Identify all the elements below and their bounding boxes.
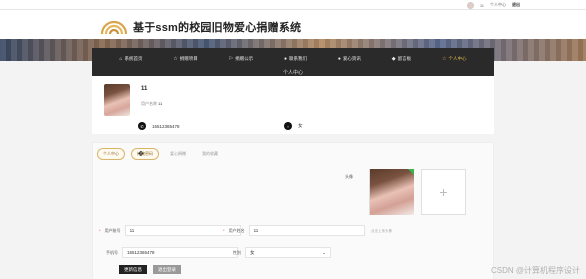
top-username: 11 [479, 2, 484, 8]
mouse-cursor-icon: ✥ [138, 151, 144, 158]
avatar-upload-button[interactable]: + [421, 169, 466, 215]
nav-item-1[interactable]: ☆ 捐赠项目 [173, 56, 197, 62]
gender-field: 性别 女 ⌄ [233, 247, 331, 258]
nav-item-label: 捐赠项目 [179, 56, 198, 61]
profile-username-label: 用户名称 [141, 101, 157, 106]
user-avatar-small[interactable] [466, 1, 474, 9]
csdn-watermark: CSDN @计算机程序设计 [490, 266, 580, 275]
profile-gender-row: ♀ 女 [284, 122, 303, 130]
profile-name: 11 [141, 86, 148, 92]
plus-icon: + [439, 184, 448, 200]
profile-phone: 15512365478 [152, 123, 180, 129]
nav-item-label: 系统首页 [124, 56, 143, 61]
nav-item-label: 爱心资讯 [342, 56, 361, 61]
update-info-button[interactable]: 更新信息 [119, 265, 147, 274]
profile-username-row: 用户名称 11 [141, 101, 162, 107]
profile-panel: 个人中心 修改密码 爱心捐赠 我的收藏 ✥ 头像 + 点击上传头像 * 用户账号… [92, 142, 494, 279]
bag-icon: ⚐ [228, 56, 234, 62]
nav-item-4[interactable]: ● 爱心资讯 [338, 56, 361, 62]
chevron-down-icon: ⌄ [322, 249, 326, 255]
nav-item-6[interactable]: ☆ 个人中心 [442, 56, 466, 62]
avatar-preview [369, 169, 414, 215]
site-header: 基于ssm的校园旧物爱心捐赠系统 [0, 10, 586, 39]
profile-username-value: 11 [158, 101, 163, 106]
gender-icon: ♀ [284, 122, 292, 130]
profile-avatar [104, 84, 130, 116]
home-icon: ⌂ [119, 56, 123, 62]
nav-item-5[interactable]: ◆ 留言板 [392, 56, 411, 62]
logo-icon [100, 20, 128, 35]
top-bar: 11 个人中心 退出 [0, 0, 586, 10]
top-bar-user-area: 11 个人中心 退出 [466, 0, 520, 10]
profile-card: 11 用户名称 11 ✆ 15512365478 ♀ 女 [92, 76, 494, 134]
selected-corner-icon [408, 169, 414, 175]
account-label: 用户账号 [104, 227, 121, 233]
upload-hint: 点击上传头像 [371, 229, 392, 233]
tab-donations[interactable]: 爱心捐赠 [165, 149, 191, 159]
profile-gender: 女 [298, 123, 303, 128]
nav-item-label: 捐赠公示 [235, 56, 254, 61]
star-icon: ☆ [173, 56, 178, 62]
avatar-field-label: 头像 [345, 174, 353, 179]
site-title: 基于ssm的校园旧物爱心捐赠系统 [133, 22, 302, 34]
name-input[interactable] [248, 225, 365, 236]
user-icon: ☆ [442, 56, 447, 62]
feedback-icon: ◆ [391, 56, 396, 62]
logout-link[interactable]: 退出 [512, 2, 520, 8]
phone-label: 手机号 [106, 249, 118, 255]
top-user-center-link[interactable]: 个人中心 [490, 2, 506, 8]
tab-user-center[interactable]: 个人中心 [97, 148, 125, 160]
tab-change-password[interactable]: 修改密码 [131, 148, 159, 160]
info-icon: ● [284, 56, 288, 62]
required-mark: * [223, 228, 225, 233]
phone-input[interactable] [122, 247, 238, 258]
nav-item-label: 联系我们 [289, 56, 308, 61]
main-nav: ⌂ 系统首页 ☆ 捐赠项目 ⚐ 捐赠公示 ● 联系我们 ● 爱心资讯 ◆ 留言板 ☆ 个人中心 [92, 48, 494, 70]
nav-item-3[interactable]: ● 联系我们 [284, 56, 307, 62]
nav-item-2[interactable]: ⚐ 捐赠公示 [229, 56, 253, 62]
required-mark: * [99, 228, 101, 233]
gender-label: 性别 [233, 249, 241, 255]
page-heading: 个人中心 [282, 70, 303, 76]
nav-item-label: 留言板 [397, 56, 412, 61]
profile-phone-row: ✆ 15512365478 [138, 122, 180, 130]
name-field: * 用户姓名 [223, 225, 365, 236]
logout-button[interactable]: 退出登录 [153, 265, 181, 274]
gender-select[interactable]: 女 ⌄ [245, 247, 331, 258]
nav-item-0[interactable]: ⌂ 系统首页 [119, 56, 142, 62]
phone-icon: ✆ [138, 122, 146, 130]
profile-tabs: 个人中心 修改密码 爱心捐赠 我的收藏 [97, 148, 223, 160]
nav-item-label: 个人中心 [448, 56, 467, 61]
heart-icon: ● [337, 56, 341, 62]
name-label: 用户姓名 [228, 227, 245, 233]
phone-field: 手机号 [106, 247, 238, 258]
account-field: * 用户账号 [99, 225, 241, 236]
tab-favorites[interactable]: 我的收藏 [197, 149, 223, 159]
gender-select-value: 女 [250, 249, 255, 255]
